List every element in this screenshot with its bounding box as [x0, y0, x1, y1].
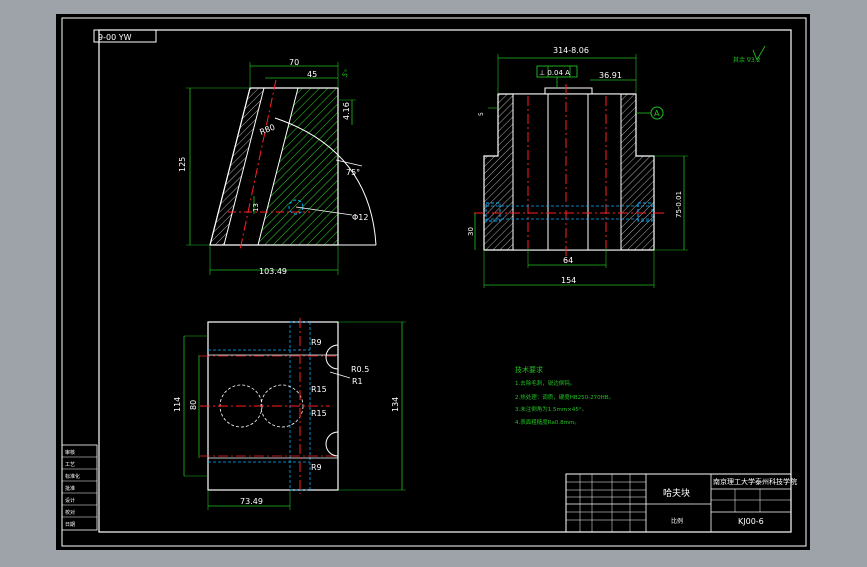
dim-phi12: Φ12	[352, 213, 368, 222]
notes-heading: 技术要求	[515, 365, 543, 374]
dim-125: 125	[178, 157, 187, 172]
note-2: 2.热处理：调质，硬度HB250-270HB。	[515, 393, 614, 401]
dim-80: 80	[189, 400, 198, 410]
dim-5: 5	[478, 112, 485, 116]
dim-13: 13	[252, 203, 260, 212]
note-3: 3.未注倒角为1.5mm×45°。	[515, 405, 587, 413]
dim-r0-5: R0.5	[351, 365, 369, 374]
drawing-canvas: 9-00 YW 70 45 125 4.16 5° 75° Φ12 103.49…	[56, 14, 810, 550]
dim-64: 64	[563, 256, 573, 265]
approval-row-2: 标准化	[65, 473, 80, 480]
roughness-note: 其余 ∇3.2	[733, 56, 761, 64]
dim-75: 75-0.01	[675, 191, 683, 218]
dim-114: 114	[173, 397, 182, 412]
cad-viewport[interactable]: 9-00 YW 70 45 125 4.16 5° 75° Φ12 103.49…	[0, 0, 867, 562]
tolerance-frame-text: ⊥ 0.04 A	[539, 69, 570, 77]
dim-30: 30	[467, 227, 475, 236]
approval-row-3: 批准	[65, 485, 75, 492]
dim-r1: R1	[352, 377, 363, 386]
approval-row-6: 日期	[65, 522, 75, 528]
code-text: 9-00 YW	[98, 33, 132, 42]
approval-row-0: 审核	[65, 449, 75, 456]
approval-row-1: 工艺	[65, 462, 75, 468]
title-block-part-name: 哈夫块	[663, 487, 690, 499]
dim-4-16: 4.16	[342, 102, 351, 120]
dim-r9-bot: R9	[311, 463, 322, 472]
note-1: 1.去除毛刺，锐边倒钝。	[515, 379, 575, 387]
dim-70: 70	[289, 58, 299, 67]
drawing-sheet	[56, 14, 810, 550]
dim-36-91: 36.91	[599, 71, 622, 80]
dim-154: 154	[561, 276, 576, 285]
dim-103-49: 103.49	[259, 267, 287, 276]
dim-134: 134	[391, 397, 400, 412]
dim-314: 314-8.06	[553, 46, 589, 55]
approval-row-4: 设计	[65, 497, 75, 504]
datum-a: A	[654, 109, 660, 118]
title-block-drawing-no: KJ00-6	[738, 517, 764, 526]
approval-row-5: 校对	[65, 509, 75, 516]
dim-r15-bot: R15	[311, 409, 327, 418]
note-4: 4.表面粗糙度Ra0.8mm。	[515, 418, 580, 426]
dim-45: 45	[307, 70, 317, 79]
dim-75deg: 75°	[346, 168, 360, 177]
title-block-scale: 比例	[671, 517, 683, 525]
title-block-school: 南京理工大学泰州科技学院	[713, 477, 797, 486]
dim-73-49: 73.49	[240, 497, 263, 506]
dim-r15-top: R15	[311, 385, 327, 394]
dim-r9-top: R9	[311, 338, 322, 347]
